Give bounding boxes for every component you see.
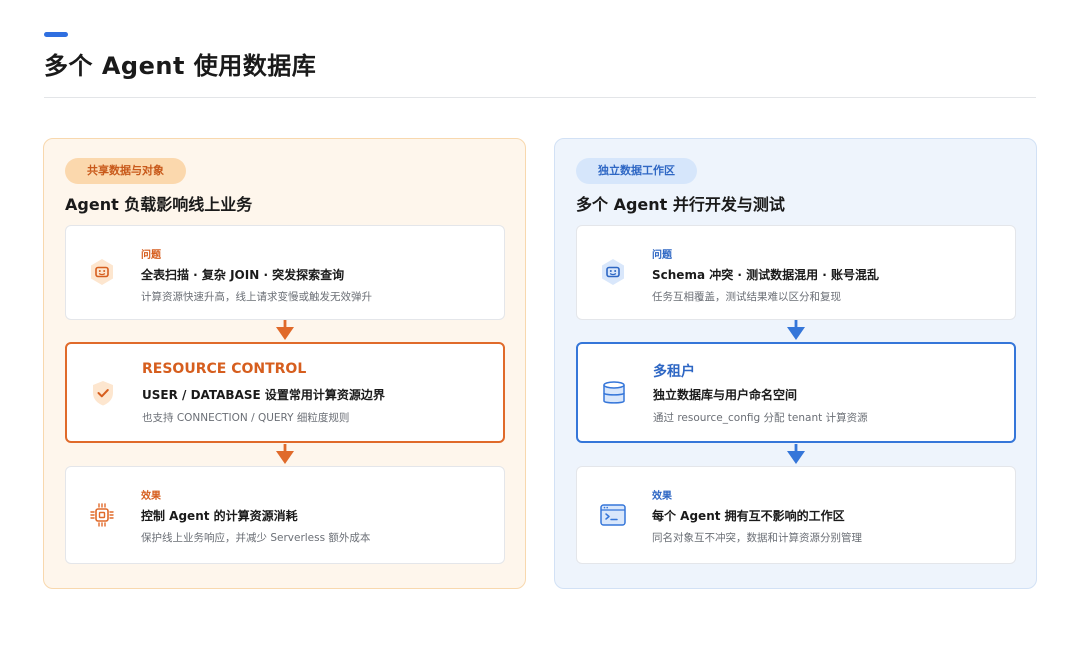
card-title: RESOURCE CONTROL [142,361,307,377]
title-accent-bar [44,32,68,37]
panel-heading: Agent 负载影响线上业务 [65,195,253,214]
card-title: 多租户 [653,364,695,380]
shield-check-icon [87,377,119,409]
effect-card: 效果 控制 Agent 的计算资源消耗 保护线上业务响应，并减少 Serverl… [65,466,505,564]
card-label: 效果 [652,491,672,502]
problem-card: 问题 Schema 冲突 · 测试数据混用 · 账号混乱 任务互相覆盖，测试结果… [576,225,1016,320]
terminal-icon [597,499,629,531]
independent-workspace-panel: 独立数据工作区 多个 Agent 并行开发与测试 问题 Schema 冲突 · … [554,138,1037,589]
arrow-down-icon [786,444,806,466]
arrow-down-icon [275,320,295,342]
card-sub-text: 计算资源快速升高，线上请求变慢或触发无效弹升 [141,291,372,303]
panel-tag: 独立数据工作区 [576,158,697,184]
card-sub-text: 通过 resource_config 分配 tenant 计算资源 [653,412,868,424]
card-main-text: USER / DATABASE 设置常用计算资源边界 [142,388,385,402]
database-icon [598,377,630,409]
card-main-text: 独立数据库与用户命名空间 [653,388,798,402]
card-label: 问题 [652,250,672,261]
page-title: 多个 Agent 使用数据库 [44,52,317,80]
card-sub-text: 保护线上业务响应，并减少 Serverless 额外成本 [141,532,371,544]
card-main-text: 每个 Agent 拥有互不影响的工作区 [652,509,845,523]
chip-icon [86,499,118,531]
robot-icon [597,256,629,288]
problem-card: 问题 全表扫描 · 复杂 JOIN · 突发探索查询 计算资源快速升高，线上请求… [65,225,505,320]
arrow-down-icon [786,320,806,342]
title-divider [44,97,1036,98]
card-sub-text: 也支持 CONNECTION / QUERY 细粒度规则 [142,412,350,424]
effect-card: 效果 每个 Agent 拥有互不影响的工作区 同名对象互不冲突，数据和计算资源分… [576,466,1016,564]
card-main-text: 全表扫描 · 复杂 JOIN · 突发探索查询 [141,268,345,282]
robot-icon [86,256,118,288]
multi-tenant-card: 多租户 独立数据库与用户命名空间 通过 resource_config 分配 t… [576,342,1016,443]
card-main-text: Schema 冲突 · 测试数据混用 · 账号混乱 [652,268,880,282]
card-label: 问题 [141,250,161,261]
resource-control-card: RESOURCE CONTROL USER / DATABASE 设置常用计算资… [65,342,505,443]
card-label: 效果 [141,491,161,502]
card-main-text: 控制 Agent 的计算资源消耗 [141,509,298,523]
card-sub-text: 任务互相覆盖，测试结果难以区分和复现 [652,291,841,303]
arrow-down-icon [275,444,295,466]
shared-data-panel: 共享数据与对象 Agent 负载影响线上业务 问题 全表扫描 · 复杂 JOIN… [43,138,526,589]
panel-tag: 共享数据与对象 [65,158,186,184]
panel-heading: 多个 Agent 并行开发与测试 [576,195,785,214]
card-sub-text: 同名对象互不冲突，数据和计算资源分别管理 [652,532,862,544]
